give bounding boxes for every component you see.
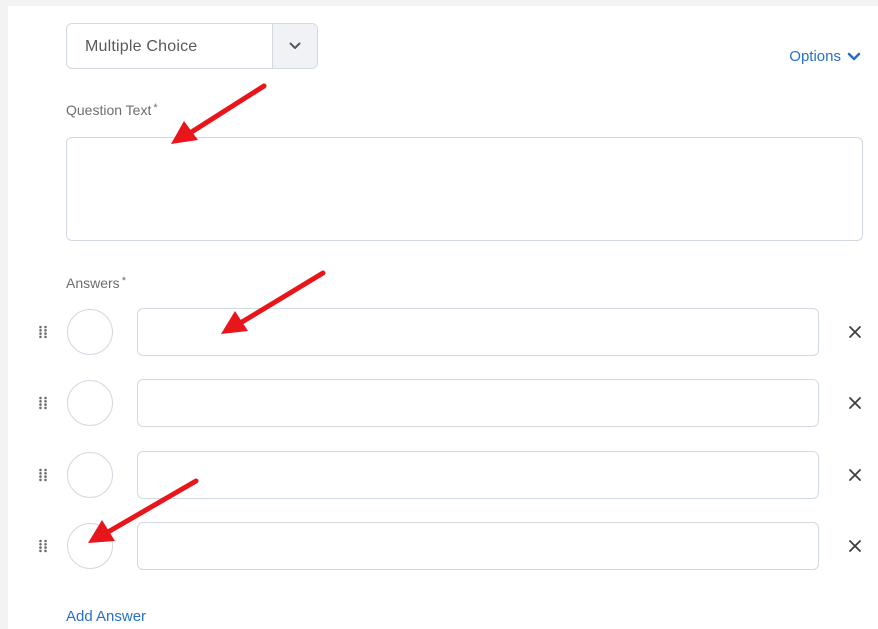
required-marker: *: [153, 102, 158, 114]
answer-row: [0, 522, 878, 572]
correct-answer-radio[interactable]: [67, 309, 113, 355]
correct-answer-radio[interactable]: [67, 523, 113, 569]
drag-handle-icon[interactable]: [38, 325, 48, 339]
question-type-value: Multiple Choice: [85, 38, 198, 55]
drag-handle-icon[interactable]: [38, 539, 48, 553]
answer-row: [0, 308, 878, 358]
question-text-input[interactable]: [66, 137, 863, 241]
answer-input[interactable]: [137, 522, 819, 570]
question-type-select[interactable]: Multiple Choice: [66, 23, 318, 69]
question-type-caret[interactable]: [272, 24, 317, 68]
close-icon[interactable]: [847, 538, 863, 554]
answers-label: Answers *: [66, 275, 126, 291]
close-icon[interactable]: [847, 467, 863, 483]
correct-answer-radio[interactable]: [67, 380, 113, 426]
answer-input[interactable]: [137, 379, 819, 427]
correct-answer-radio[interactable]: [67, 452, 113, 498]
drag-handle-icon[interactable]: [38, 396, 48, 410]
close-icon[interactable]: [847, 395, 863, 411]
answer-row: [0, 451, 878, 501]
chevron-down-icon: [847, 52, 861, 61]
answer-input[interactable]: [137, 308, 819, 356]
answer-input[interactable]: [137, 451, 819, 499]
question-text-label: Question Text *: [66, 102, 158, 118]
required-marker: *: [121, 275, 126, 287]
drag-handle-icon[interactable]: [38, 468, 48, 482]
close-icon[interactable]: [847, 324, 863, 340]
options-link[interactable]: Options: [789, 48, 861, 65]
options-label: Options: [789, 48, 841, 65]
answer-row: [0, 379, 878, 429]
add-answer-link[interactable]: Add Answer: [66, 608, 146, 625]
chevron-down-icon: [289, 42, 301, 49]
